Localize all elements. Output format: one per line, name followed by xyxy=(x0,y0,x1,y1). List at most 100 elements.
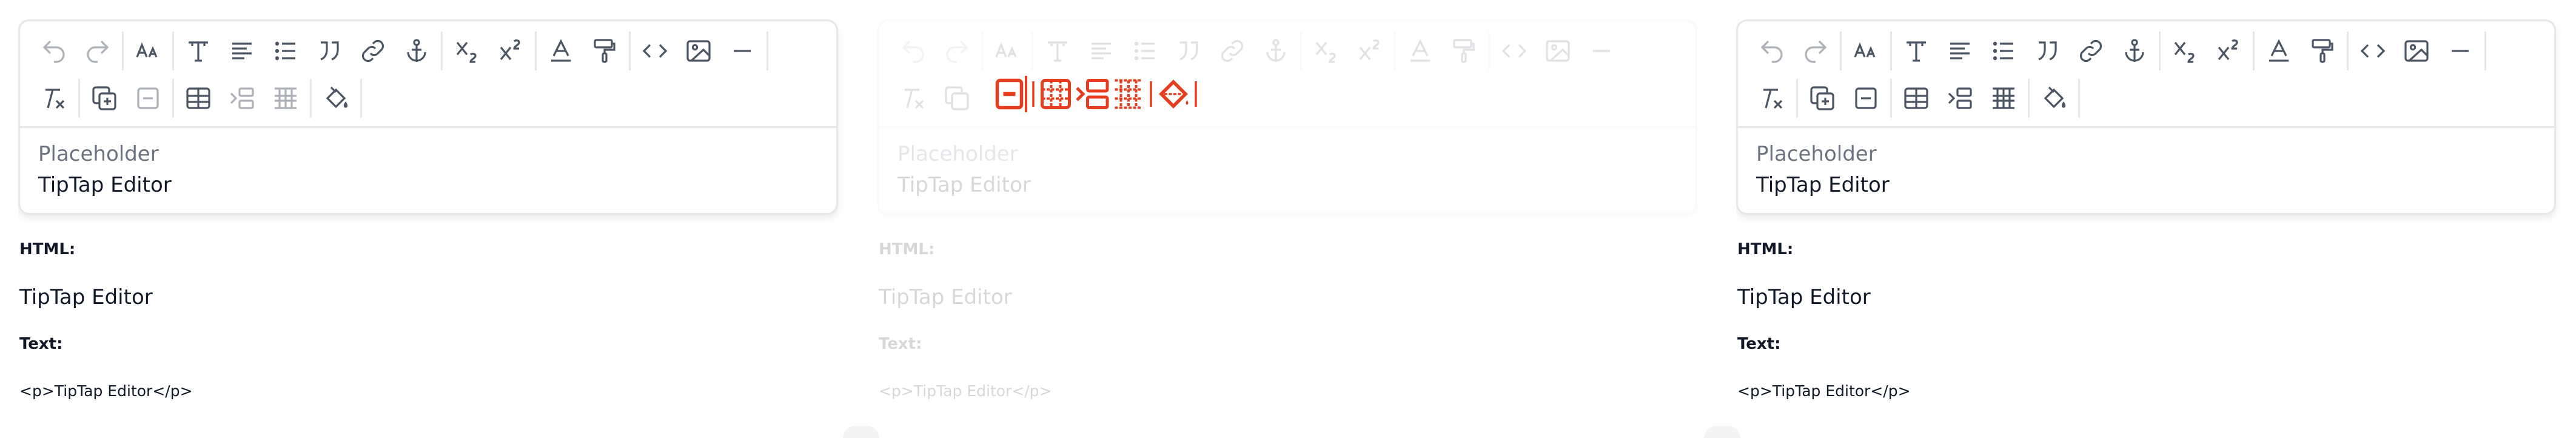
format-painter-icon[interactable] xyxy=(2301,29,2344,73)
add-block-icon[interactable] xyxy=(82,76,126,120)
bullet-list-icon[interactable] xyxy=(1982,29,2025,73)
code-icon[interactable] xyxy=(1492,29,1536,73)
undo-icon[interactable] xyxy=(32,29,76,73)
add-block-icon[interactable] xyxy=(1800,76,1844,120)
text-color-icon[interactable] xyxy=(539,29,583,73)
html-output: TipTap Editor xyxy=(19,285,153,309)
subscript-icon[interactable] xyxy=(1304,29,1348,73)
placeholder-text: Placeholder xyxy=(897,142,1018,166)
fill-color-icon[interactable] xyxy=(1155,73,1192,118)
subscript-icon[interactable] xyxy=(445,29,489,73)
link-icon[interactable] xyxy=(351,29,395,73)
toolbar-separator xyxy=(2159,32,2161,70)
fill-color-icon[interactable] xyxy=(2032,76,2076,120)
blockquote-icon[interactable] xyxy=(2025,29,2069,73)
indent-icon[interactable] xyxy=(220,76,264,120)
editor-content[interactable]: Placeholder TipTap Editor xyxy=(1738,128,2554,201)
text-output: <p>TipTap Editor</p> xyxy=(879,382,1052,400)
toolbar-separator xyxy=(1031,32,1033,70)
heading-icon[interactable] xyxy=(176,29,220,73)
anchor-icon[interactable] xyxy=(1254,29,1298,73)
redo-icon[interactable] xyxy=(935,29,979,73)
link-icon[interactable] xyxy=(1210,29,1254,73)
subscript-icon[interactable] xyxy=(2163,29,2207,73)
horizontal-rule-icon[interactable] xyxy=(720,29,764,73)
code-icon[interactable] xyxy=(2351,29,2395,73)
table-icon[interactable] xyxy=(176,76,220,120)
text-color-icon[interactable] xyxy=(1398,29,1442,73)
html-label: HTML: xyxy=(1737,240,1794,258)
text-label: Text: xyxy=(1737,335,1781,353)
align-icon[interactable] xyxy=(1938,29,1982,73)
horizontal-rule-icon[interactable] xyxy=(1580,29,1623,73)
editor-content[interactable]: Placeholder TipTap Editor xyxy=(20,128,836,201)
image-icon[interactable] xyxy=(1536,29,1580,73)
toolbar-row-2 xyxy=(32,75,836,122)
indent-icon[interactable] xyxy=(1074,73,1110,118)
remove-block-icon[interactable] xyxy=(126,76,170,120)
heading-icon[interactable] xyxy=(1894,29,1938,73)
format-painter-icon[interactable] xyxy=(583,29,626,73)
superscript-icon[interactable] xyxy=(489,29,532,73)
superscript-icon[interactable] xyxy=(2207,29,2250,73)
remove-block-icon[interactable] xyxy=(1844,76,1888,120)
indent-icon[interactable] xyxy=(1938,76,1982,120)
blockquote-icon[interactable] xyxy=(307,29,351,73)
anchor-icon[interactable] xyxy=(395,29,438,73)
grid-icon[interactable] xyxy=(1110,73,1147,118)
editor-document-text[interactable]: TipTap Editor xyxy=(1756,169,2554,201)
editor-document-text[interactable]: TipTap Editor xyxy=(897,169,1696,201)
font-size-icon[interactable] xyxy=(126,29,170,73)
grid-icon[interactable] xyxy=(1982,76,2025,120)
editor-panel-2: Placeholder TipTap Editor HTML: TipTap E… xyxy=(877,0,1702,438)
anchor-icon[interactable] xyxy=(2113,29,2156,73)
image-icon[interactable] xyxy=(677,29,720,73)
clear-format-icon[interactable] xyxy=(891,76,935,120)
editor-demo-stage: Placeholder TipTap Editor HTML: TipTap E… xyxy=(0,0,2576,438)
bullet-list-icon[interactable] xyxy=(264,29,307,73)
editor-card: Placeholder TipTap Editor xyxy=(18,19,838,215)
remove-block-icon[interactable] xyxy=(993,73,1029,118)
font-size-icon[interactable] xyxy=(1844,29,1888,73)
fill-color-icon[interactable] xyxy=(314,76,358,120)
code-icon[interactable] xyxy=(633,29,677,73)
toolbar-separator xyxy=(2347,32,2349,70)
highlighted-table-tools xyxy=(993,73,1200,118)
toolbar-separator xyxy=(310,79,312,118)
grid-icon[interactable] xyxy=(264,76,307,120)
superscript-icon[interactable] xyxy=(1348,29,1392,73)
image-icon[interactable] xyxy=(2395,29,2438,73)
toolbar-separator xyxy=(1840,32,1842,70)
editor-document-text[interactable]: TipTap Editor xyxy=(38,169,836,201)
font-size-icon[interactable] xyxy=(985,29,1029,73)
toolbar-separator xyxy=(172,79,174,118)
add-block-icon[interactable] xyxy=(935,76,979,120)
table-icon[interactable] xyxy=(1894,76,1938,120)
clear-format-icon[interactable] xyxy=(1750,76,1794,120)
format-painter-icon[interactable] xyxy=(1442,29,1486,73)
blockquote-icon[interactable] xyxy=(1167,29,1210,73)
bullet-list-icon[interactable] xyxy=(1123,29,1167,73)
redo-icon[interactable] xyxy=(76,29,119,73)
toolbar-separator xyxy=(122,32,124,70)
toolbar-separator xyxy=(1890,32,1892,70)
html-output: TipTap Editor xyxy=(1737,285,1871,309)
html-label: HTML: xyxy=(19,240,76,258)
toolbar-separator xyxy=(1796,79,1798,118)
redo-icon[interactable] xyxy=(1794,29,1837,73)
table-icon[interactable] xyxy=(1038,73,1074,118)
undo-icon[interactable] xyxy=(1750,29,1794,73)
toolbar-separator xyxy=(441,32,443,70)
horizontal-rule-icon[interactable] xyxy=(2438,29,2482,73)
link-icon[interactable] xyxy=(2069,29,2113,73)
toolbar-row-2 xyxy=(1750,75,2554,122)
panel-divider-corner xyxy=(1704,426,1740,438)
align-icon[interactable] xyxy=(220,29,264,73)
divider-icon xyxy=(1192,73,1200,118)
text-color-icon[interactable] xyxy=(2257,29,2301,73)
clear-format-icon[interactable] xyxy=(32,76,76,120)
align-icon[interactable] xyxy=(1079,29,1123,73)
editor-content[interactable]: Placeholder TipTap Editor xyxy=(879,128,1696,201)
undo-icon[interactable] xyxy=(891,29,935,73)
heading-icon[interactable] xyxy=(1036,29,1079,73)
